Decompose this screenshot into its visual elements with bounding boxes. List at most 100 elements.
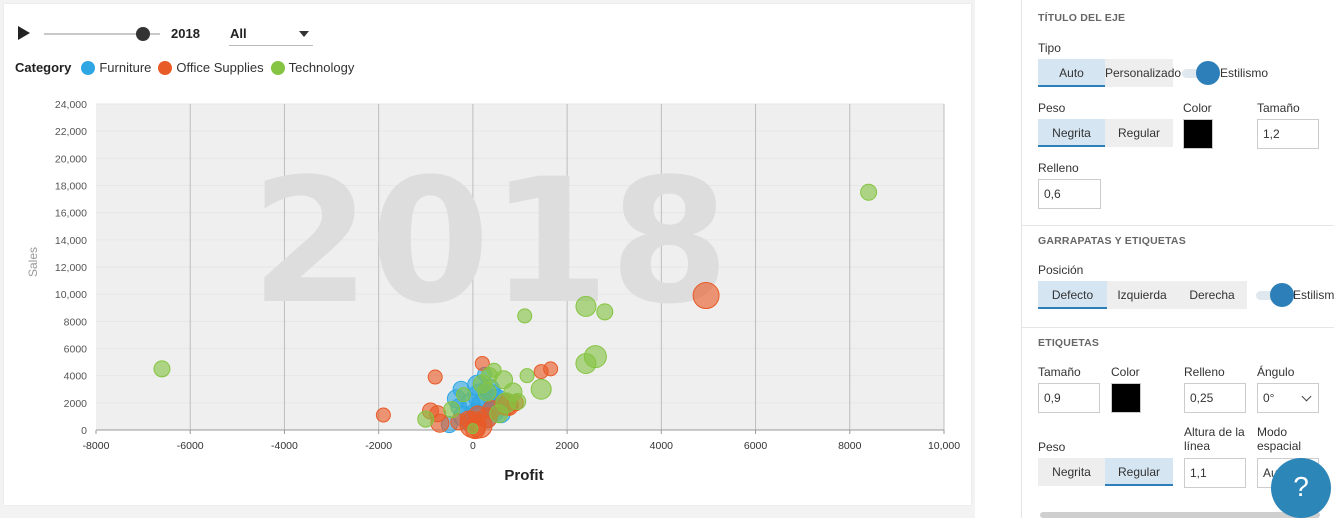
styling-toggle[interactable] (1182, 61, 1222, 85)
y-tick-label: 12,000 (55, 262, 87, 274)
x-tick-label: 2000 (555, 440, 579, 452)
label-size-input[interactable]: 0,9 (1038, 383, 1100, 413)
point-office-supplies[interactable] (427, 369, 443, 385)
line-height-label-line2: línea (1184, 439, 1211, 453)
point-technology[interactable] (575, 295, 597, 317)
year-watermark: 2018 (251, 141, 730, 342)
point-technology[interactable] (860, 183, 878, 201)
y-tick-label: 14,000 (55, 235, 87, 247)
label-weight-label: Peso (1038, 440, 1066, 454)
y-tick-label: 18,000 (55, 181, 87, 193)
point-technology[interactable] (519, 368, 535, 384)
weight-option-regular[interactable]: Regular (1105, 119, 1173, 147)
x-tick-label: -6000 (177, 440, 204, 452)
size-input[interactable]: 1,2 (1257, 119, 1319, 149)
angle-value: 0° (1263, 391, 1275, 405)
angle-label: Ángulo (1257, 365, 1295, 379)
padding-input[interactable]: 0,6 (1038, 179, 1101, 209)
position-option-default[interactable]: Defecto (1038, 281, 1107, 309)
x-tick-label: 8000 (838, 440, 862, 452)
line-height-label-line1: Altura de la (1184, 425, 1245, 439)
label-weight-segmented: Negrita Regular (1038, 458, 1173, 486)
styling-label: Estilismo (1293, 288, 1334, 302)
position-segmented: Defecto Izquierda Derecha (1038, 281, 1247, 309)
point-office-supplies[interactable] (375, 407, 391, 423)
size-label: Tamaño (1257, 101, 1300, 115)
point-technology[interactable] (596, 303, 614, 321)
position-option-left[interactable]: Izquierda (1107, 281, 1177, 309)
ticks-section: GARRAPATAS Y ETIQUETAS Posición Defecto … (1022, 226, 1334, 328)
weight-option-bold[interactable]: Negrita (1038, 119, 1105, 147)
ticks-styling-toggle[interactable] (1256, 283, 1296, 307)
x-tick-label: -2000 (365, 440, 392, 452)
point-technology[interactable] (467, 423, 479, 435)
label-weight-option-bold[interactable]: Negrita (1038, 458, 1105, 486)
weight-label: Peso (1038, 101, 1066, 115)
point-technology[interactable] (509, 392, 527, 410)
type-label: Tipo (1038, 41, 1061, 55)
weight-segmented: Negrita Regular (1038, 119, 1173, 147)
label-padding-label: Relleno (1184, 365, 1225, 379)
spacing-label-line2: espacial (1257, 439, 1302, 453)
point-technology[interactable] (489, 404, 509, 424)
chevron-down-icon (1301, 391, 1312, 402)
spacing-label-line1: Modo (1257, 425, 1288, 439)
point-technology[interactable] (530, 378, 552, 400)
point-technology[interactable] (443, 401, 461, 419)
y-tick-label: 20,000 (55, 153, 87, 165)
chart-card: 2018 All Category Furniture Office Suppl… (4, 4, 971, 505)
x-tick-label: -4000 (271, 440, 298, 452)
point-technology[interactable] (517, 308, 533, 324)
x-tick-label: 0 (470, 440, 476, 452)
y-tick-label: 8000 (64, 316, 88, 328)
position-option-right[interactable]: Derecha (1177, 281, 1247, 309)
y-tick-label: 16,000 (55, 208, 87, 220)
x-tick-label: 10,000 (928, 440, 960, 452)
panel-horizontal-scrollbar[interactable] (1040, 512, 1320, 518)
section-heading: GARRAPATAS Y ETIQUETAS (1038, 235, 1186, 247)
point-office-supplies[interactable] (533, 364, 549, 380)
point-office-supplies[interactable] (468, 405, 488, 425)
color-label: Color (1183, 101, 1212, 115)
section-heading: TÍTULO DEL EJE (1038, 12, 1126, 24)
line-height-input[interactable]: 1,1 (1184, 458, 1246, 488)
point-technology[interactable] (575, 352, 597, 374)
y-tick-label: 24,000 (55, 99, 87, 111)
scatter-chart: 2018 -8000 -6000 -4000 -2000 0 2000 4000 6000 800… (26, 99, 960, 484)
label-color-label: Color (1111, 365, 1140, 379)
position-label: Posición (1038, 263, 1084, 277)
label-size-label: Tamaño (1038, 365, 1081, 379)
line-height-label: Altura de la línea (1184, 425, 1245, 453)
color-swatch[interactable] (1183, 119, 1213, 149)
help-button[interactable]: ? (1271, 458, 1331, 518)
type-segmented: Auto Personalizado (1038, 59, 1181, 87)
settings-panel: TÍTULO DEL EJE Tipo Auto Personalizado E… (1021, 0, 1334, 518)
styling-label: Estilismo (1220, 66, 1269, 80)
y-tick-label: 22,000 (55, 126, 87, 138)
axis-title-section: TÍTULO DEL EJE Tipo Auto Personalizado E… (1022, 0, 1334, 226)
point-technology[interactable] (153, 360, 171, 378)
point-technology[interactable] (472, 374, 492, 394)
y-tick-label: 4000 (64, 371, 88, 383)
type-option-custom[interactable]: Personalizado (1105, 59, 1181, 87)
label-padding-input[interactable]: 0,25 (1184, 383, 1246, 413)
label-color-swatch[interactable] (1111, 383, 1141, 413)
type-option-auto[interactable]: Auto (1038, 59, 1105, 87)
padding-label: Relleno (1038, 161, 1079, 175)
section-heading: ETIQUETAS (1038, 337, 1100, 349)
spacer (975, 0, 1021, 518)
x-tick-label: 6000 (744, 440, 768, 452)
point-technology[interactable] (455, 387, 471, 403)
y-tick-label: 10,000 (55, 289, 87, 301)
x-axis-title: Profit (504, 467, 543, 484)
y-tick-label: 2000 (64, 398, 88, 410)
spacing-mode-label: Modo espacial (1257, 425, 1301, 453)
label-weight-option-regular[interactable]: Regular (1105, 458, 1173, 486)
point-office-supplies[interactable] (692, 282, 720, 310)
angle-select[interactable]: 0° (1257, 383, 1319, 413)
y-axis-title: Sales (26, 247, 40, 277)
y-tick-label: 6000 (64, 344, 88, 356)
point-technology[interactable] (417, 410, 435, 428)
x-tick-label: 4000 (650, 440, 674, 452)
x-tick-label: -8000 (83, 440, 110, 452)
